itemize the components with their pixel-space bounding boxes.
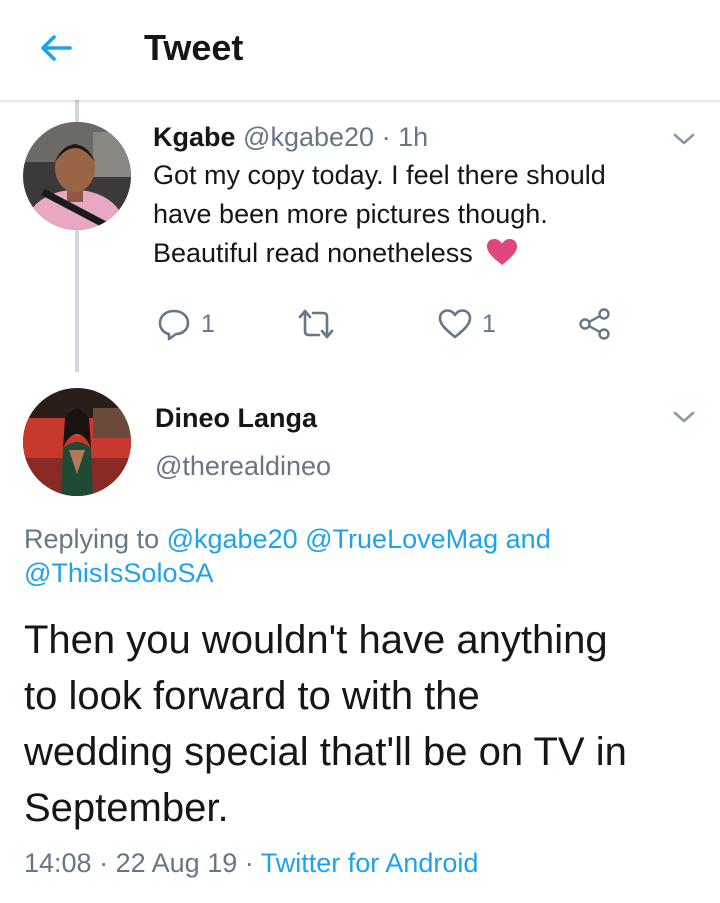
retweet-icon — [298, 309, 334, 339]
user-handle[interactable]: @kgabe20 — [243, 122, 374, 152]
back-button[interactable] — [28, 24, 84, 72]
tweet-options-button[interactable] — [664, 124, 704, 154]
replying-to: Replying to @kgabe20 @TrueLoveMag and @T… — [24, 522, 704, 590]
tweet-text-line: September. — [24, 786, 229, 830]
heart-emoji — [486, 238, 518, 277]
tweet-body: Then you wouldn't have anything to look … — [24, 612, 704, 836]
display-name[interactable]: Dineo Langa — [155, 403, 317, 433]
chevron-down-icon — [673, 411, 695, 423]
page-title: Tweet — [144, 27, 244, 68]
top-app-bar: Tweet — [0, 0, 720, 100]
source-link[interactable]: Twitter for Android — [261, 848, 479, 878]
separator-dot: · — [244, 848, 254, 878]
chevron-down-icon — [673, 133, 695, 145]
mention-link[interactable]: @TrueLoveMag — [305, 524, 498, 554]
tweet-text-line: to look forward to with the — [24, 674, 480, 718]
reply-count: 1 — [201, 309, 215, 338]
tweet-date: 22 Aug 19 — [115, 848, 238, 878]
tweet-text-line: wedding special that'll be on TV in — [24, 730, 627, 774]
mention-link[interactable]: @ThisIsSoloSA — [24, 558, 213, 588]
avatar-dineo[interactable] — [23, 388, 131, 496]
user-handle[interactable]: @therealdineo — [155, 448, 331, 484]
replying-and[interactable]: and — [506, 524, 551, 554]
separator-dot: · — [381, 122, 391, 152]
replying-prefix: Replying to — [24, 524, 160, 554]
retweet-button[interactable] — [296, 306, 336, 342]
tweet-text-line: have been more pictures though. — [153, 199, 548, 229]
tweet-text-line: Beautiful read nonetheless — [153, 234, 693, 277]
share-icon — [579, 308, 610, 340]
mention-link[interactable]: @kgabe20 — [167, 524, 298, 554]
tweet-header-kgabe: Kgabe @kgabe20 · 1h — [153, 121, 428, 153]
tweet-metadata: 14:08 · 22 Aug 19 · Twitter for Android — [24, 846, 478, 880]
reply-button[interactable]: 1 — [157, 306, 215, 342]
like-icon — [438, 309, 472, 339]
tweet-text: Got my copy today. I feel there should h… — [153, 156, 693, 277]
tweet-time: 14:08 — [24, 848, 92, 878]
tweet-text-line: Then you wouldn't have anything — [24, 618, 608, 662]
tweet-text-line-content: Beautiful read nonetheless — [153, 238, 473, 268]
tweet-time: 1h — [398, 122, 429, 152]
tweet-text-line: Got my copy today. I feel there should — [153, 160, 606, 190]
arrow-left-icon — [41, 35, 72, 61]
share-button[interactable] — [578, 306, 612, 342]
like-count: 1 — [482, 309, 496, 338]
like-button[interactable]: 1 — [438, 306, 496, 342]
reply-icon — [158, 309, 190, 341]
separator-dot: · — [99, 848, 109, 878]
tweet-header-dineo: Dineo Langa — [155, 402, 317, 434]
display-name[interactable]: Kgabe — [153, 122, 236, 152]
avatar-kgabe[interactable] — [23, 122, 131, 230]
tweet-options-button[interactable] — [664, 402, 704, 432]
